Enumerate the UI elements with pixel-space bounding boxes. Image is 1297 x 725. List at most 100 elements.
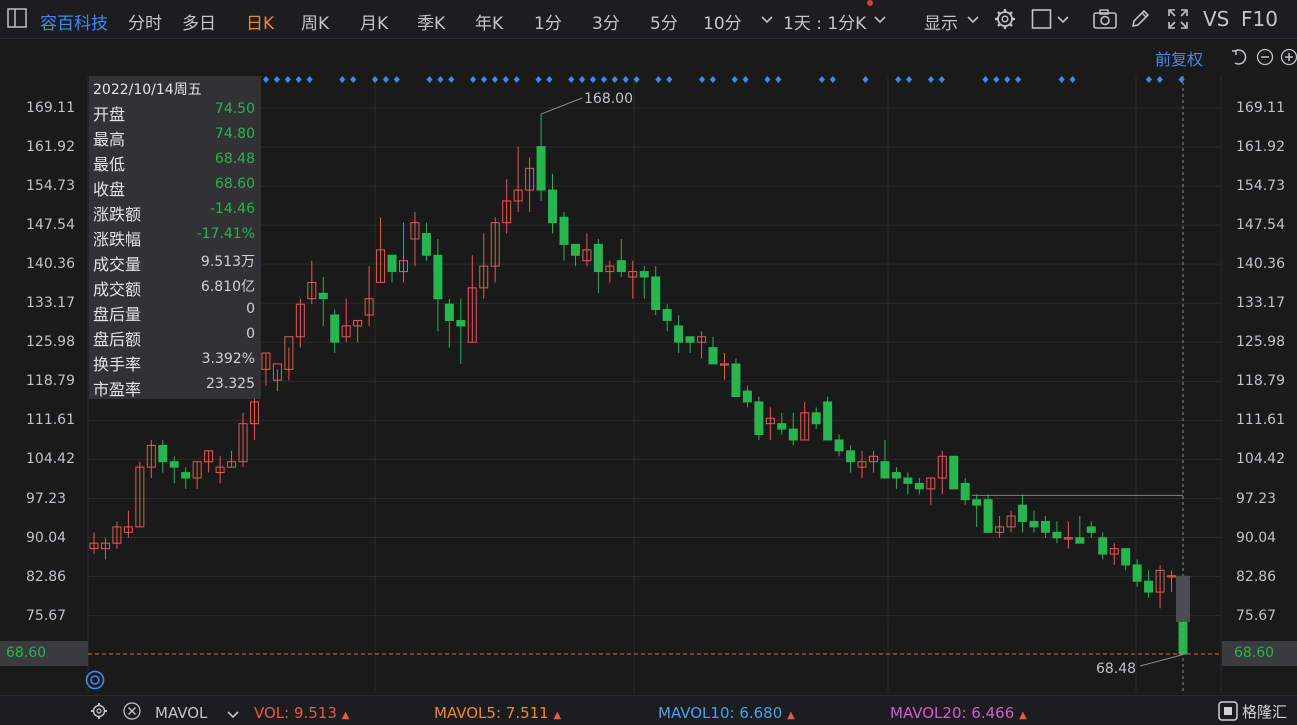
price-tick-right: 111.61 [1236, 412, 1285, 429]
price-tick-left: 169.11 [26, 100, 75, 116]
price-tick-left: 82.86 [26, 568, 67, 585]
high-price-annotation: 168.00 [584, 91, 633, 107]
event-marker-icon [862, 76, 869, 83]
info-label: 成交量 [93, 255, 142, 274]
candle-body [1040, 520, 1050, 533]
indicator-chevron-icon[interactable] [226, 706, 240, 725]
candle-body [559, 216, 569, 245]
candle-body [1018, 504, 1028, 522]
info-row: 涨跌额 -14.46 [93, 201, 259, 225]
info-row: 换手率 3.392% [93, 351, 259, 375]
indicator-settings-gear-icon[interactable] [90, 702, 108, 724]
low-price-annotation: 68.48 [1096, 661, 1137, 677]
event-marker-icon [731, 76, 738, 83]
candle-body [823, 401, 833, 441]
event-marker-icon [372, 76, 378, 83]
candle-body [1029, 520, 1039, 528]
event-marker-icon [982, 76, 989, 83]
event-marker-icon [535, 76, 542, 83]
event-marker-icon [764, 76, 771, 83]
info-value: 74.80 [214, 126, 255, 142]
candle-body [972, 499, 982, 506]
event-marker-icon [481, 76, 487, 83]
info-row: 收盘 68.60 [93, 176, 259, 200]
candle-body [903, 477, 913, 484]
info-row: 盘后量 0 [93, 301, 259, 325]
high-annotation-leader [540, 97, 583, 115]
price-tick-right: 154.73 [1236, 178, 1285, 195]
event-marker-icon [622, 76, 629, 83]
event-marker-icon [1069, 76, 1076, 83]
candle-body [181, 472, 191, 479]
low-annotation-leader [1139, 654, 1184, 667]
event-marker-icon [742, 76, 749, 83]
info-value: 0 [246, 301, 255, 317]
info-value: -17.41% [196, 226, 255, 242]
indicator-select[interactable]: MAVOL [155, 704, 207, 722]
event-marker-icon [1178, 76, 1185, 83]
info-value: 68.60 [214, 176, 255, 192]
info-value: 0 [246, 326, 255, 342]
candle-body [891, 472, 901, 479]
mavol20-up-arrow-icon: ▲ [1019, 710, 1027, 721]
event-marker-icon [350, 76, 357, 83]
price-tick-left: 161.92 [26, 139, 75, 156]
event-marker-icon [1156, 76, 1163, 83]
price-tick-right: 97.23 [1236, 490, 1277, 507]
event-marker-icon [284, 76, 291, 83]
event-marker-icon [1004, 76, 1011, 83]
event-marker-icon [699, 76, 705, 83]
price-tick-left: 154.73 [26, 178, 75, 195]
candle-body [846, 450, 856, 463]
candle-body [1086, 526, 1096, 533]
info-date: 2022/10/14周五 [93, 82, 202, 98]
vol-value: 9.513 [293, 704, 337, 722]
candle-body [444, 303, 454, 321]
info-row: 市盈率 23.325 [93, 376, 259, 400]
event-marker-icon [393, 76, 400, 83]
info-value: 68.48 [214, 151, 255, 167]
candle-body [788, 428, 798, 441]
event-marker-icon [829, 76, 836, 83]
price-tick-right: 169.11 [1236, 100, 1285, 116]
close-indicator-icon[interactable] [123, 702, 141, 724]
price-tick-left: 147.54 [26, 217, 75, 234]
info-value: 23.325 [206, 376, 255, 392]
event-marker-icon [339, 76, 346, 83]
price-tick-left: 90.04 [26, 529, 67, 546]
mavol20-value: 6.466 [971, 704, 1015, 722]
info-label: 换手率 [93, 355, 142, 374]
price-tick-right: 133.17 [1236, 295, 1285, 312]
candle-body [570, 243, 580, 256]
price-tick-left: 75.67 [26, 607, 67, 624]
event-marker-icon [546, 76, 553, 83]
price-tick-right: 82.86 [1236, 568, 1277, 585]
price-tick-right: 161.92 [1236, 139, 1285, 156]
candle-body [708, 347, 718, 365]
price-tick-right: 75.67 [1236, 607, 1277, 624]
price-tick-right: 104.42 [1236, 451, 1285, 468]
info-label: 成交额 [93, 280, 142, 299]
info-row: 涨跌幅 -17.41% [93, 226, 259, 250]
current-price-label-left: 68.60 [0, 641, 88, 666]
event-marker-icon [382, 76, 389, 83]
candle-body [158, 444, 168, 463]
event-marker-icon [426, 76, 433, 83]
price-tick-right: 90.04 [1236, 529, 1277, 546]
price-tick-left: 133.17 [26, 295, 75, 312]
event-marker-icon [1058, 76, 1065, 83]
price-tick-left: 140.36 [26, 256, 75, 273]
event-marker-icon [273, 76, 280, 83]
event-marker-icon [448, 76, 455, 83]
info-label: 市盈率 [93, 380, 142, 399]
indicator-bar: MAVOL VOL: 9.513 ▲ MAVOL5: 7.511 ▲ MAVOL… [0, 695, 1297, 725]
event-marker-icon [938, 76, 945, 83]
info-row: 盘后额 0 [93, 326, 259, 350]
event-marker-icon [709, 76, 716, 83]
event-marker-icon [1015, 76, 1022, 83]
search-circle-icon[interactable] [85, 670, 105, 694]
candle-body [685, 336, 695, 343]
info-label: 盘后量 [93, 305, 142, 324]
vol-up-arrow-icon: ▲ [341, 710, 350, 721]
event-marker-icon [666, 76, 673, 83]
